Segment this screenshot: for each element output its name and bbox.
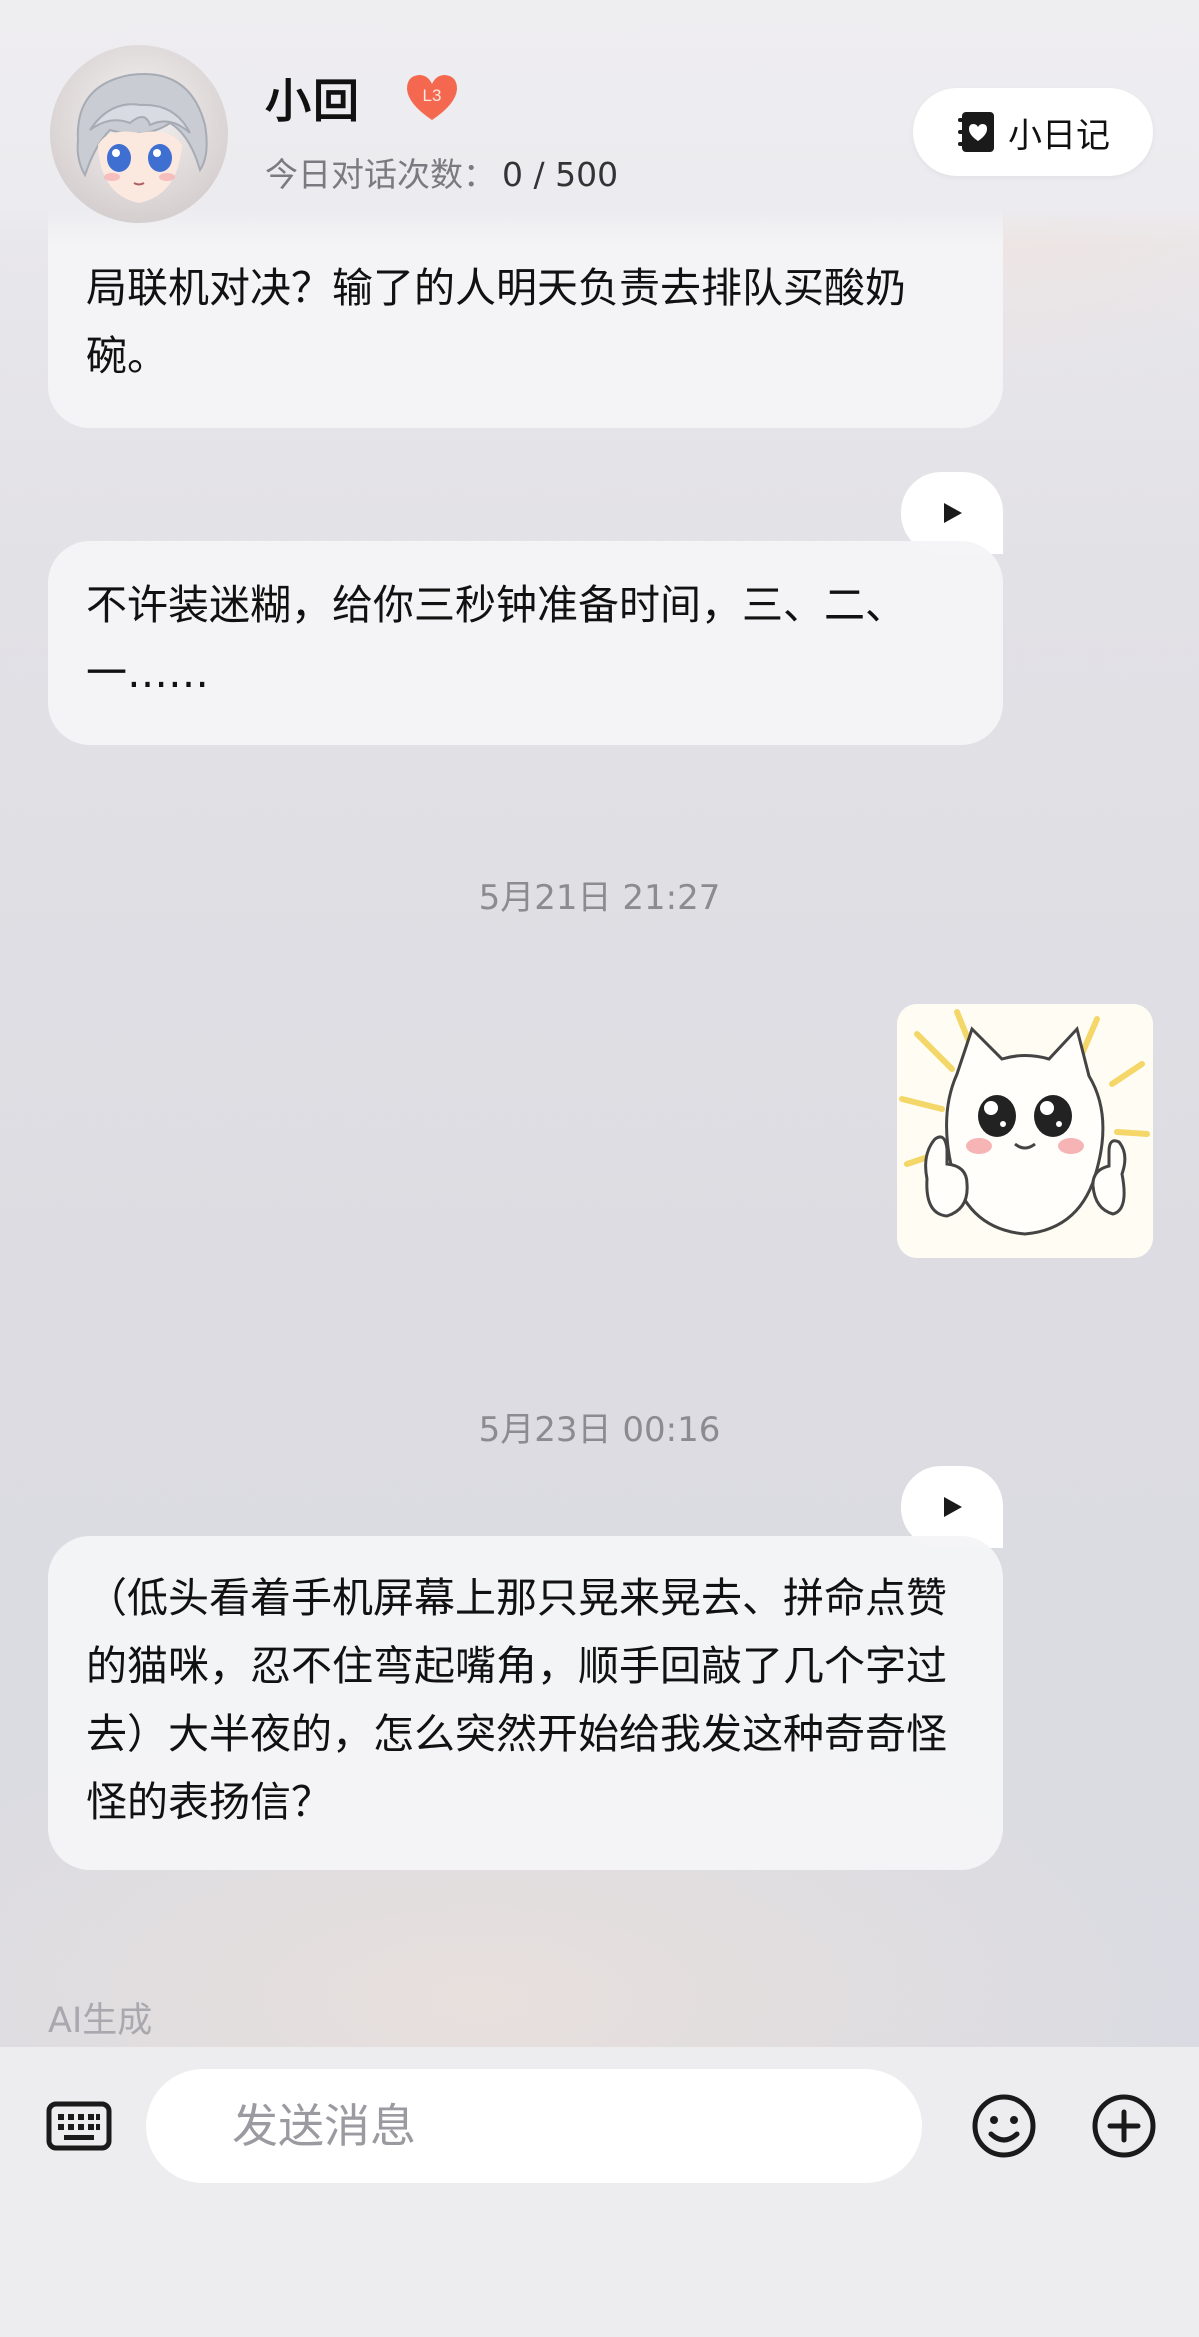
play-icon <box>944 503 962 523</box>
character-avatar-icon <box>76 73 208 203</box>
play-icon <box>944 1497 962 1517</box>
message-timestamp: 5月21日 21:27 <box>478 878 721 918</box>
message-text: （低头看着手机屏幕上那只晃来晃去、拼命点赞的猫咪，忍不住弯起嘴角，顺手回敲了几个… <box>86 1574 947 1826</box>
emoji-button[interactable] <box>970 2092 1038 2160</box>
plus-button[interactable] <box>1090 2092 1158 2160</box>
level-text: L3 <box>423 86 442 105</box>
plus-icon <box>1092 2094 1156 2158</box>
avatar[interactable] <box>50 45 228 223</box>
keyboard-icon <box>46 2101 112 2151</box>
chat-count-value: 0 / 500 <box>502 155 619 194</box>
message-text: 不许装迷糊，给你三秒钟准备时间，三、二、一…… <box>86 581 906 697</box>
level-badge: L3 <box>404 72 460 122</box>
chat-count: 今日对话次数： 0 / 500 <box>265 148 618 196</box>
message-text: 局联机对决？输了的人明天负责去排队买酸奶碗。 <box>86 264 906 380</box>
message-bubble[interactable]: （低头看着手机屏幕上那只晃来晃去、拼命点赞的猫咪，忍不住弯起嘴角，顺手回敲了几个… <box>48 1536 1003 1870</box>
keyboard-button[interactable] <box>46 2093 112 2159</box>
diary-book-icon <box>958 112 994 152</box>
sticker-message[interactable] <box>897 1004 1153 1258</box>
heart-icon: L3 <box>407 75 457 120</box>
message-input[interactable] <box>146 2069 922 2183</box>
emoji-icon <box>972 2094 1036 2158</box>
ai-generated-label: AI生成 <box>48 2001 153 2041</box>
message-timestamp: 5月23日 00:16 <box>478 1410 721 1450</box>
chat-header: 小回 L3 今日对话次数： 0 / 500 小日记 <box>0 0 1199 245</box>
diary-button[interactable]: 小日记 <box>913 88 1153 176</box>
contact-name: 小回 <box>265 74 361 128</box>
thumbs-up-cat-sticker-icon <box>899 1009 1150 1236</box>
diary-button-label: 小日记 <box>1008 115 1110 156</box>
message-bubble[interactable]: 不许装迷糊，给你三秒钟准备时间，三、二、一…… <box>48 541 1003 745</box>
chat-count-label: 今日对话次数： <box>265 155 496 194</box>
